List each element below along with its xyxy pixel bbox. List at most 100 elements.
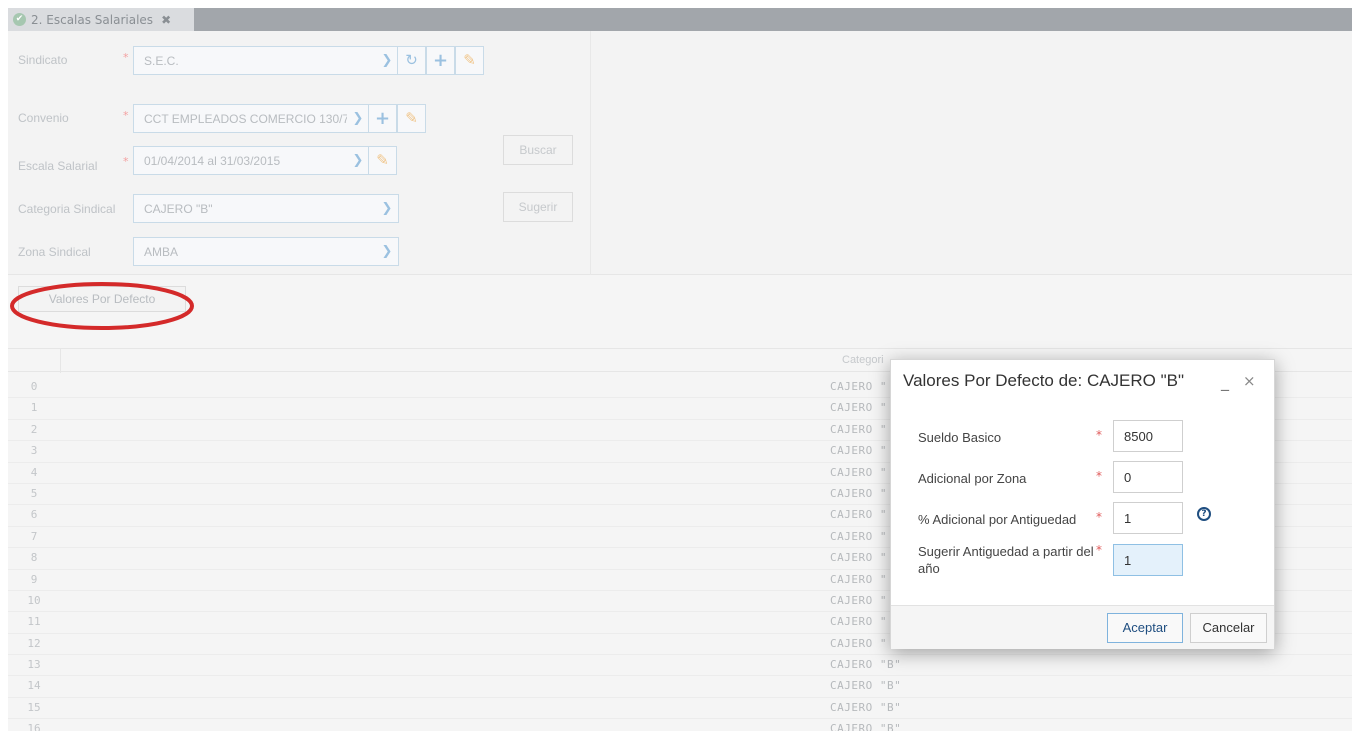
- chevron-down-icon[interactable]: ❯: [376, 53, 398, 68]
- row-categoria: CAJERO ": [830, 551, 887, 565]
- zona-value: AMBA: [144, 244, 179, 259]
- chevron-down-icon[interactable]: ❯: [376, 201, 398, 216]
- row-index: 5: [30, 486, 38, 500]
- row-index: 2: [30, 422, 38, 436]
- categoria-value: CAJERO "B": [144, 201, 213, 216]
- row-index: 12: [27, 636, 41, 650]
- help-icon[interactable]: ?: [1197, 507, 1211, 521]
- row-categoria: CAJERO ": [830, 380, 887, 393]
- plus-icon: +: [374, 108, 391, 129]
- chevron-down-icon[interactable]: ❯: [376, 244, 398, 259]
- row-index: 6: [30, 508, 38, 522]
- valores-dialog: Valores Por Defecto de: CAJERO "B" _ × S…: [890, 359, 1275, 649]
- edit-convenio-button[interactable]: ✎: [397, 104, 426, 133]
- row-index: 16: [27, 722, 41, 731]
- row-index: 1: [30, 401, 38, 415]
- row-index: 13: [27, 658, 41, 672]
- row-index: 0: [30, 380, 38, 393]
- zona-adicional-input[interactable]: [1113, 461, 1183, 493]
- row-categoria: CAJERO "B": [830, 679, 902, 693]
- antiguedad-input[interactable]: [1113, 502, 1183, 534]
- escala-select[interactable]: 01/04/2014 al 31/03/2015 ❯: [133, 146, 370, 175]
- refresh-button[interactable]: ↻: [397, 46, 426, 75]
- zona-label: Zona Sindical: [18, 245, 91, 259]
- row-index: 14: [27, 679, 41, 693]
- row-categoria: CAJERO ": [830, 529, 887, 543]
- tab-escalas-salariales[interactable]: ✔ 2. Escalas Salariales ✖: [8, 8, 194, 31]
- row-categoria: CAJERO ": [830, 486, 887, 500]
- row-categoria: CAJERO ": [830, 401, 887, 415]
- table-row[interactable]: 15 CAJERO "B": [8, 698, 1352, 720]
- aceptar-button[interactable]: Aceptar: [1107, 613, 1183, 643]
- chevron-down-icon[interactable]: ❯: [347, 153, 369, 168]
- close-icon[interactable]: ×: [1243, 372, 1256, 390]
- column-header-categoria[interactable]: Categori: [842, 354, 884, 366]
- column-separator: [60, 349, 61, 373]
- close-tab-icon[interactable]: ✖: [161, 13, 171, 27]
- tab-bar: ✔ 2. Escalas Salariales ✖: [8, 8, 1352, 31]
- row-index: 4: [30, 465, 38, 479]
- required-mark: *: [1096, 510, 1102, 524]
- row-index: 15: [27, 700, 41, 714]
- row-index: 7: [30, 529, 38, 543]
- row-categoria: CAJERO ": [830, 636, 887, 650]
- row-index: 3: [30, 444, 38, 458]
- table-row[interactable]: 14 CAJERO "B": [8, 676, 1352, 698]
- dialog-footer: Aceptar Cancelar: [891, 605, 1274, 649]
- row-categoria: CAJERO ": [830, 508, 887, 522]
- required-mark: *: [1096, 543, 1102, 557]
- antiguedad-label: % Adicional por Antiguedad: [918, 512, 1077, 527]
- plus-icon: +: [432, 50, 449, 71]
- row-categoria: CAJERO "B": [830, 700, 902, 714]
- required-mark: *: [123, 155, 129, 168]
- zona-select[interactable]: AMBA ❯: [133, 237, 399, 266]
- sueldo-label: Sueldo Basico: [918, 430, 1002, 445]
- sindicato-value: S.E.C.: [144, 53, 179, 68]
- pencil-icon: ✎: [463, 51, 476, 69]
- minimize-icon[interactable]: _: [1221, 372, 1229, 391]
- pencil-icon: ✎: [376, 151, 389, 169]
- row-categoria: CAJERO "B": [830, 658, 902, 672]
- convenio-select[interactable]: CCT EMPLEADOS COMERCIO 130/7 ❯: [133, 104, 370, 133]
- dialog-title: Valores Por Defecto de: CAJERO "B": [903, 371, 1185, 390]
- filter-form: Sindicato * S.E.C. ❯ ↻ + ✎ Convenio * CC…: [8, 31, 1352, 275]
- edit-escala-button[interactable]: ✎: [368, 146, 397, 175]
- row-categoria: CAJERO ": [830, 593, 887, 607]
- sindicato-label: Sindicato: [18, 53, 68, 67]
- escala-value: 01/04/2014 al 31/03/2015: [144, 153, 281, 168]
- grid-toolbar: Valores Por Defecto: [8, 275, 1352, 323]
- required-mark: *: [123, 51, 129, 64]
- buscar-button[interactable]: Buscar: [503, 135, 573, 165]
- valores-por-defecto-button[interactable]: Valores Por Defecto: [18, 286, 186, 312]
- row-categoria: CAJERO "B": [830, 722, 902, 731]
- row-categoria: CAJERO ": [830, 444, 887, 458]
- sindicato-select[interactable]: S.E.C. ❯: [133, 46, 399, 75]
- table-row[interactable]: 16 CAJERO "B": [8, 719, 1352, 731]
- required-mark: *: [123, 109, 129, 122]
- refresh-icon: ↻: [405, 51, 418, 69]
- row-categoria: CAJERO ": [830, 422, 887, 436]
- table-row[interactable]: 13 CAJERO "B": [8, 655, 1352, 677]
- row-index: 11: [27, 615, 41, 629]
- zona-adicional-label: Adicional por Zona: [918, 471, 1027, 486]
- edit-sindicato-button[interactable]: ✎: [455, 46, 484, 75]
- chevron-down-icon[interactable]: ❯: [347, 111, 369, 126]
- sugerir-antiguedad-input[interactable]: [1113, 544, 1183, 576]
- required-mark: *: [1096, 469, 1102, 483]
- sugerir-button[interactable]: Sugerir: [503, 192, 573, 222]
- check-icon: ✔: [13, 13, 26, 26]
- row-categoria: CAJERO ": [830, 572, 887, 586]
- escala-label: Escala Salarial: [18, 159, 98, 173]
- add-convenio-button[interactable]: +: [368, 104, 397, 133]
- convenio-label: Convenio: [18, 111, 69, 125]
- row-index: 10: [27, 593, 41, 607]
- required-mark: *: [1096, 428, 1102, 442]
- row-index: 9: [30, 572, 38, 586]
- add-sindicato-button[interactable]: +: [426, 46, 455, 75]
- form-divider: [590, 31, 591, 275]
- cancelar-button[interactable]: Cancelar: [1190, 613, 1267, 643]
- sueldo-input[interactable]: [1113, 420, 1183, 452]
- convenio-value: CCT EMPLEADOS COMERCIO 130/7: [144, 111, 347, 126]
- categoria-select[interactable]: CAJERO "B" ❯: [133, 194, 399, 223]
- categoria-label: Categoria Sindical: [18, 202, 116, 216]
